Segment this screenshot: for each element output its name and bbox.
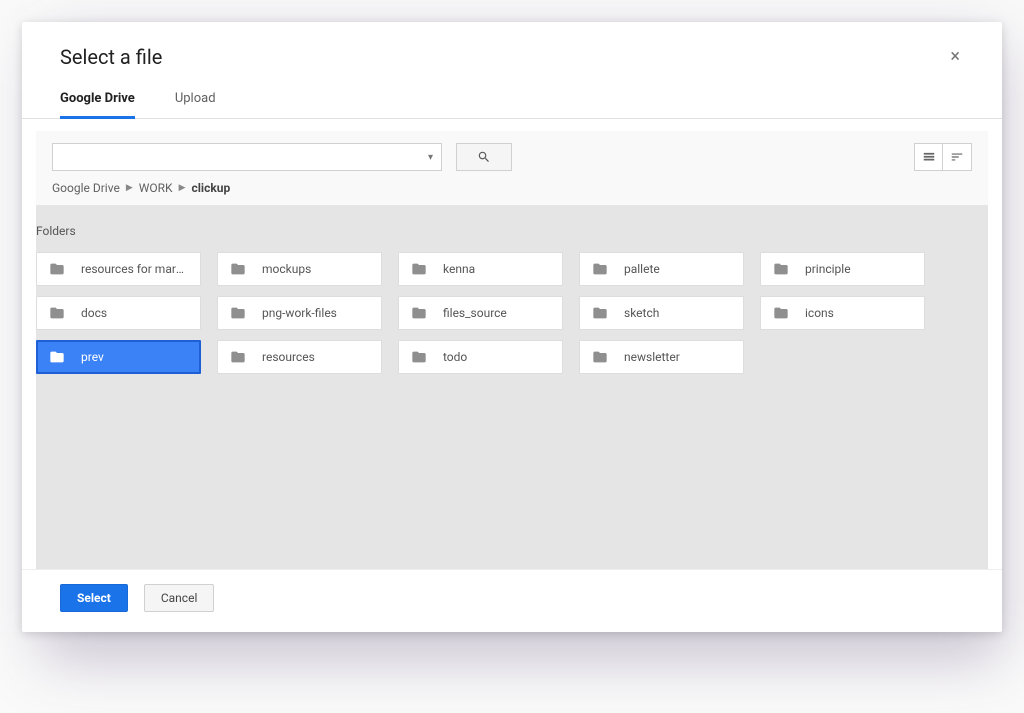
folder-item[interactable]: mockups xyxy=(217,252,382,286)
folder-icon xyxy=(228,305,248,321)
folder-name: mockups xyxy=(262,262,311,276)
folder-icon xyxy=(771,305,791,321)
list-view-button[interactable] xyxy=(915,144,943,170)
folder-icon xyxy=(409,261,429,277)
folder-name: prev xyxy=(81,350,104,364)
folders-section-label: Folders xyxy=(36,224,988,238)
breadcrumb-chevron-icon: ▶ xyxy=(126,183,133,193)
folder-icon xyxy=(409,305,429,321)
sort-button[interactable] xyxy=(943,144,971,170)
file-area: Folders resources for mark… mockups kenna p… xyxy=(36,206,988,569)
folder-item[interactable]: kenna xyxy=(398,252,563,286)
folder-item[interactable]: resources for mark… xyxy=(36,252,201,286)
folder-icon xyxy=(409,349,429,365)
folder-name: principle xyxy=(805,262,851,276)
folder-icon xyxy=(47,305,67,321)
sort-az-icon xyxy=(950,150,964,164)
folder-icon xyxy=(771,261,791,277)
folder-name: kenna xyxy=(443,262,475,276)
folder-icon xyxy=(590,305,610,321)
caret-down-icon: ▾ xyxy=(428,152,433,163)
folder-item[interactable]: sketch xyxy=(579,296,744,330)
folder-item[interactable]: prev xyxy=(36,340,201,374)
folder-icon xyxy=(590,261,610,277)
folder-name: icons xyxy=(805,306,834,320)
cancel-button[interactable]: Cancel xyxy=(144,584,215,612)
dialog-footer: Select Cancel xyxy=(22,570,1002,632)
folder-name: todo xyxy=(443,350,467,364)
folder-item[interactable]: principle xyxy=(760,252,925,286)
folder-name: pallete xyxy=(624,262,660,276)
toolbar: ▾ Google Drive ▶ WORK ▶ clickup xyxy=(36,131,988,206)
close-button[interactable]: × xyxy=(946,42,964,71)
folder-item[interactable]: icons xyxy=(760,296,925,330)
select-button[interactable]: Select xyxy=(60,584,128,612)
folder-item[interactable]: files_source xyxy=(398,296,563,330)
folder-item[interactable]: newsletter xyxy=(579,340,744,374)
content-area: ▾ Google Drive ▶ WORK ▶ clickup xyxy=(22,119,1002,570)
folder-name: files_source xyxy=(443,306,507,320)
folder-item[interactable]: todo xyxy=(398,340,563,374)
folder-name: resources for mark… xyxy=(81,262,190,276)
folder-grid: resources for mark… mockups kenna pallete pr… xyxy=(36,252,988,374)
search-button[interactable] xyxy=(456,143,512,171)
search-icon xyxy=(477,150,491,164)
folder-name: sketch xyxy=(624,306,659,320)
breadcrumb: Google Drive ▶ WORK ▶ clickup xyxy=(52,181,972,195)
breadcrumb-item: clickup xyxy=(192,181,231,195)
folder-icon xyxy=(228,349,248,365)
tab-upload[interactable]: Upload xyxy=(175,81,216,119)
tabs: Google Drive Upload xyxy=(22,81,1002,119)
dialog-title: Select a file xyxy=(60,45,162,69)
breadcrumb-item[interactable]: WORK xyxy=(139,181,173,195)
folder-icon xyxy=(47,261,67,277)
folder-name: docs xyxy=(81,306,107,320)
folder-item[interactable]: png-work-files xyxy=(217,296,382,330)
search-input[interactable]: ▾ xyxy=(52,143,442,171)
dialog-header: Select a file × xyxy=(22,22,1002,81)
folder-item[interactable]: docs xyxy=(36,296,201,330)
folder-item[interactable]: resources xyxy=(217,340,382,374)
breadcrumb-chevron-icon: ▶ xyxy=(179,183,186,193)
tab-google-drive[interactable]: Google Drive xyxy=(60,81,135,119)
folder-icon xyxy=(47,349,67,365)
breadcrumb-item[interactable]: Google Drive xyxy=(52,181,120,195)
folder-name: png-work-files xyxy=(262,306,337,320)
folder-name: resources xyxy=(262,350,315,364)
view-toggle xyxy=(914,143,972,171)
folder-item[interactable]: pallete xyxy=(579,252,744,286)
folder-icon xyxy=(228,261,248,277)
file-picker-dialog: Select a file × Google Drive Upload ▾ xyxy=(22,22,1002,632)
list-view-icon xyxy=(922,150,936,164)
folder-name: newsletter xyxy=(624,350,680,364)
folder-icon xyxy=(590,349,610,365)
